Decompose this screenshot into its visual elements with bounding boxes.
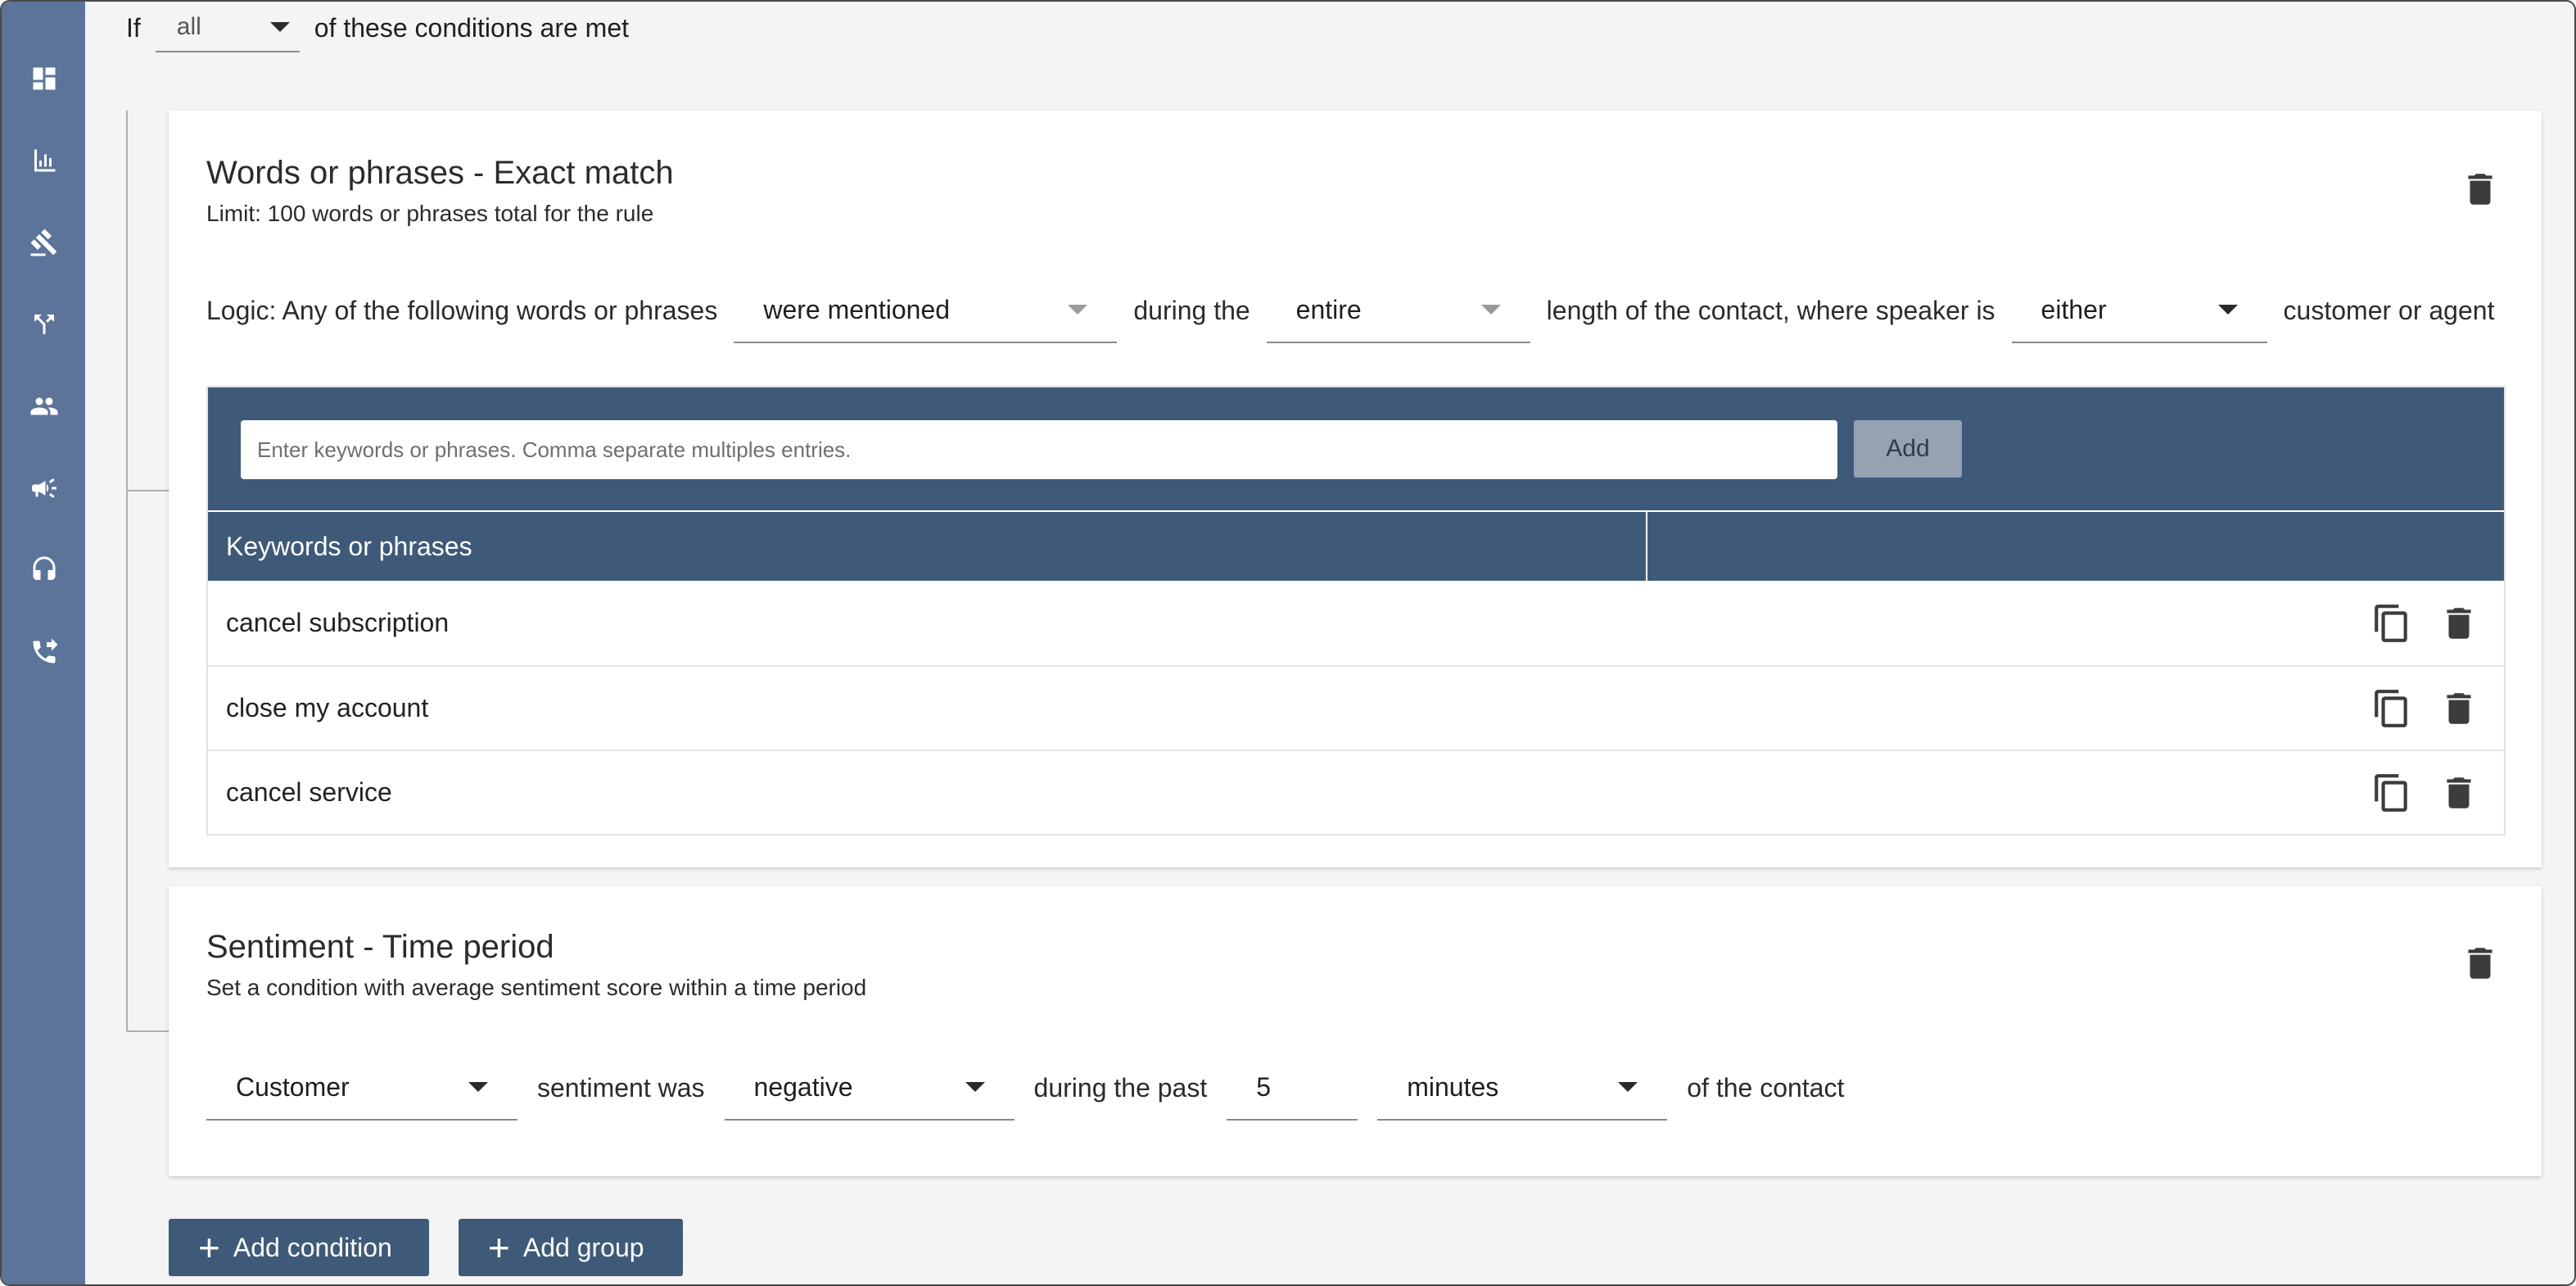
add-keyword-button[interactable]: Add [1854,420,1962,478]
keyword-text: close my account [226,693,429,722]
delete-icon[interactable] [2438,686,2479,731]
time-amount-input[interactable] [1227,1055,1358,1121]
time-unit-select[interactable]: minutes [1377,1055,1668,1121]
keyword-table-body: cancel subscription close my account can… [208,581,2504,834]
logic-row: Logic: Any of the following words or phr… [206,278,2504,343]
keyword-column-header: Keywords or phrases [208,510,2504,581]
group-bracket [126,111,128,1032]
chevron-down-icon [1068,305,1088,315]
during-label: during the [1133,295,1250,325]
delete-icon[interactable] [2438,770,2479,816]
group-bracket-connector [126,490,169,491]
delete-icon[interactable] [2438,600,2479,646]
card-title: Sentiment - Time period [206,929,554,965]
call-split-icon[interactable] [28,308,61,341]
dashboard-icon[interactable] [28,62,61,95]
plus-icon: + [198,1226,220,1269]
match-type-value: all [176,13,201,40]
sentiment-condition-card: Sentiment - Time period Set a condition … [169,886,2542,1176]
time-unit-value: minutes [1407,1071,1499,1102]
copy-icon[interactable] [2371,770,2412,816]
gavel-icon[interactable] [28,226,61,259]
people-icon[interactable] [28,390,61,423]
headset-icon[interactable] [28,554,61,586]
chevron-down-icon [269,22,290,32]
during-past-label: during the past [1033,1072,1208,1103]
delete-condition-icon[interactable] [2460,939,2501,988]
copy-icon[interactable] [2371,600,2412,646]
sentiment-label: sentiment was [537,1072,705,1103]
delete-condition-icon[interactable] [2460,165,2501,214]
group-bracket-end [126,1030,169,1032]
card-subtitle: Set a condition with average sentiment s… [206,975,867,1000]
keyword-table-header: Add Keywords or phrases [208,387,2504,581]
sidebar [2,2,85,1284]
speaker-select[interactable]: either [2011,278,2267,343]
add-group-button[interactable]: + Add group [459,1219,683,1276]
keyword-table: Add Keywords or phrases cancel subscript… [206,386,2506,835]
match-type-select[interactable]: all [155,3,300,52]
table-row: cancel subscription [208,581,2504,665]
sentiment-select-value: negative [753,1071,853,1102]
app-frame: If all of these conditions are met Words… [0,0,2576,1286]
keyword-text: cancel service [226,777,392,807]
card-title: Words or phrases - Exact match [206,155,674,191]
length-label: length of the contact, where speaker is [1546,295,1995,325]
logic-prefix: Logic: Any of the following words or phr… [206,295,718,325]
keyword-column-title: Keywords or phrases [208,512,1647,581]
mention-select[interactable]: were mentioned [734,278,1118,343]
words-condition-card: Words or phrases - Exact match Limit: 10… [169,111,2542,867]
phone-forward-icon[interactable] [28,636,61,668]
table-row: cancel service [208,749,2504,834]
chevron-down-icon [2217,305,2238,315]
speaker-suffix: customer or agent [2283,295,2495,325]
chevron-down-icon [1480,305,1501,315]
table-row: close my account [208,665,2504,749]
speaker-select-value: either [2040,294,2107,324]
chevron-down-icon [1618,1082,1638,1092]
bar-chart-icon[interactable] [28,144,61,177]
if-label: If [126,12,141,43]
keyword-input[interactable] [241,420,1837,479]
add-condition-button[interactable]: + Add condition [169,1219,429,1276]
sentiment-row: Customer sentiment was negative during t… [206,1055,2504,1121]
period-select[interactable]: entire [1266,278,1530,343]
condition-match-row: If all of these conditions are met [126,3,629,52]
chevron-down-icon [965,1082,985,1092]
sentiment-value-select[interactable]: negative [724,1055,1015,1121]
sentiment-speaker-select[interactable]: Customer [206,1055,517,1121]
keyword-text: cancel subscription [226,608,450,637]
sentiment-speaker-value: Customer [236,1071,350,1102]
copy-icon[interactable] [2371,686,2412,731]
mention-select-value: were mentioned [763,294,951,324]
add-condition-label: Add condition [233,1232,392,1262]
add-group-label: Add group [522,1232,644,1262]
campaign-icon[interactable] [28,472,61,505]
card-subtitle: Limit: 100 words or phrases total for th… [206,201,654,226]
match-suffix: of these conditions are met [314,12,629,43]
period-select-value: entire [1295,294,1362,324]
chevron-down-icon [468,1082,488,1092]
plus-icon: + [488,1226,510,1269]
contact-suffix: of the contact [1687,1072,1845,1103]
